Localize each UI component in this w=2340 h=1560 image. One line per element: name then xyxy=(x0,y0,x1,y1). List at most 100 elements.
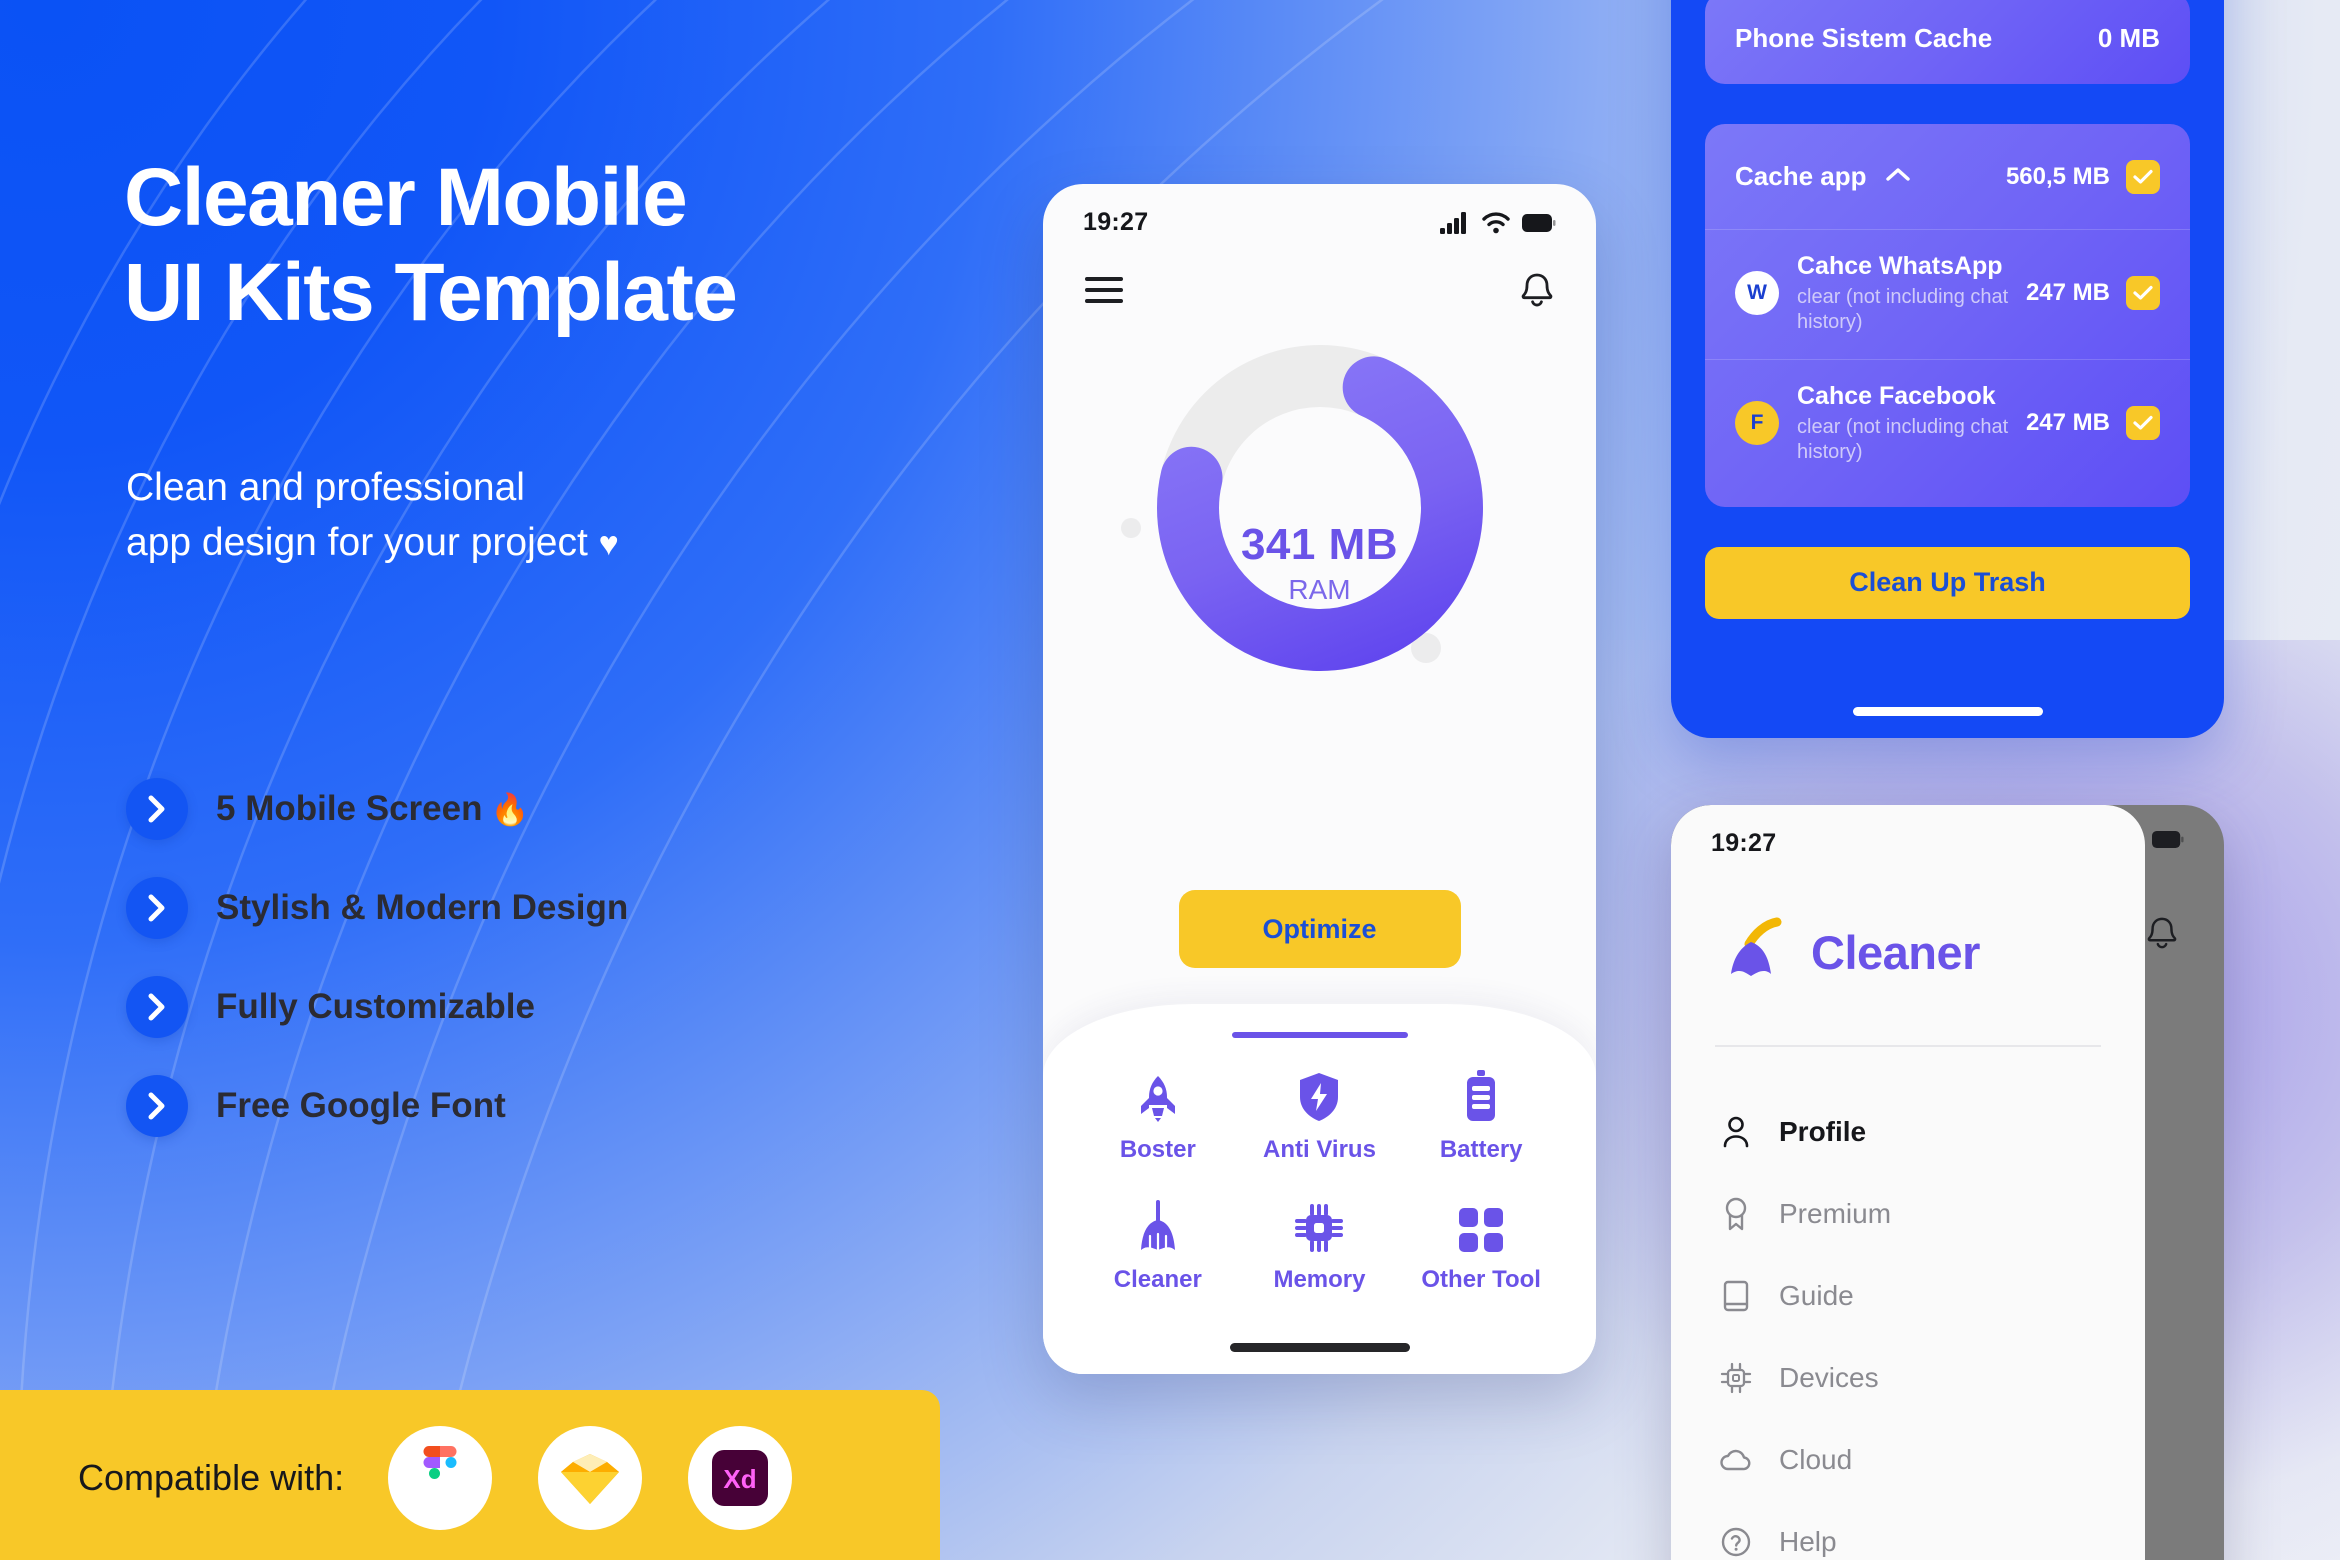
list-item: Free Google Font xyxy=(126,1075,986,1137)
list-item: Stylish & Modern Design xyxy=(126,877,986,939)
tool-grid: Boster Anti Virus Battery Cleaner Memory… xyxy=(1043,1070,1596,1294)
menu-item-premium[interactable]: Premium xyxy=(1719,1173,2145,1255)
list-item[interactable]: W Cahce WhatsApp clear (not including ch… xyxy=(1705,230,2190,360)
app-bar xyxy=(1043,237,1596,314)
ram-gauge-readout: 341 MB RAM xyxy=(1241,520,1398,606)
cache-item-text: Cahce Facebook clear (not including chat… xyxy=(1797,382,2026,465)
tool-memory[interactable]: Memory xyxy=(1239,1200,1401,1294)
menu-item-label: Profile xyxy=(1779,1116,1867,1147)
menu-item-label: Help xyxy=(1779,1526,1837,1557)
compatible-with-bar: Compatible with: Xd xyxy=(0,1390,940,1560)
feature-label: 5 Mobile Screen xyxy=(216,789,483,828)
page-subtitle: Clean and professional app design for yo… xyxy=(126,460,1026,571)
status-bar: 19:27 xyxy=(1043,184,1596,237)
phone-mockup-home: 19:27 341 MB RAM Optimize Boster Anti Vi… xyxy=(1043,184,1596,1374)
status-bar: 19:27 xyxy=(1671,805,2145,858)
shield-bolt-icon xyxy=(1298,1070,1340,1122)
chevron-up-icon[interactable] xyxy=(1885,166,1911,187)
menu-item-label: Guide xyxy=(1779,1280,1854,1311)
ram-label: RAM xyxy=(1288,574,1351,605)
help-icon xyxy=(1719,1527,1753,1557)
chip-icon xyxy=(1719,1362,1753,1394)
cache-app-header[interactable]: Cache app 560,5 MB xyxy=(1705,124,2190,230)
cache-item-meta: 247 MB xyxy=(2025,406,2160,441)
menu-item-devices[interactable]: Devices xyxy=(1719,1337,2145,1419)
checkbox-checked-icon[interactable] xyxy=(2126,406,2160,441)
avatar: W xyxy=(1735,271,1779,316)
avatar-letter: W xyxy=(1747,281,1767,305)
medal-icon xyxy=(1719,1197,1753,1231)
chip-icon xyxy=(1295,1200,1344,1252)
checkbox-checked-icon[interactable] xyxy=(2126,159,2160,194)
cache-item-size: 247 MB xyxy=(2025,409,2110,437)
subtitle-line-1: Clean and professional xyxy=(126,466,525,509)
list-item: 5 Mobile Screen 🔥 xyxy=(126,778,986,840)
chevron-right-icon xyxy=(126,1075,188,1137)
cache-item-subtitle: clear (not including chat history) xyxy=(1797,285,2009,333)
list-item[interactable]: F Cahce Facebook clear (not including ch… xyxy=(1705,360,2190,489)
system-cache-card[interactable]: Phone Sistem Cache 0 MB xyxy=(1705,0,2190,84)
wifi-icon xyxy=(1482,211,1510,233)
drag-handle[interactable] xyxy=(1231,1032,1408,1038)
menu-item-help[interactable]: Help xyxy=(1719,1501,2145,1560)
home-indicator xyxy=(1852,707,2043,716)
system-cache-size: 0 MB xyxy=(2097,22,2160,53)
brand-name: Cleaner xyxy=(1811,926,1980,979)
cache-item-title: Cahce Facebook xyxy=(1797,381,1996,410)
chevron-right-icon xyxy=(126,877,188,939)
avatar-letter: F xyxy=(1750,411,1764,435)
cache-item-text: Cahce WhatsApp clear (not including chat… xyxy=(1797,252,2026,335)
clean-up-trash-button[interactable]: Clean Up Trash xyxy=(1705,546,2190,619)
grid-icon xyxy=(1459,1200,1504,1252)
list-item: Fully Customizable xyxy=(126,976,986,1038)
ram-gauge-ring xyxy=(1156,345,1483,671)
battery-icon xyxy=(1464,1070,1498,1122)
bell-icon[interactable] xyxy=(1520,271,1554,314)
sketch-icon xyxy=(538,1426,643,1530)
home-indicator xyxy=(1229,1343,1410,1352)
menu-item-profile[interactable]: Profile xyxy=(1719,1091,2145,1173)
status-icons xyxy=(1440,211,1556,234)
tool-boster[interactable]: Boster xyxy=(1077,1070,1239,1164)
menu-item-label: Cloud xyxy=(1779,1444,1853,1475)
menu-item-label: Devices xyxy=(1779,1362,1879,1393)
menu-item-label: Premium xyxy=(1779,1198,1892,1229)
figma-icon xyxy=(388,1426,493,1530)
menu-item-guide[interactable]: Guide xyxy=(1719,1255,2145,1337)
checkbox-checked-icon[interactable] xyxy=(2126,276,2160,311)
ram-value: 341 MB xyxy=(1240,520,1399,569)
navigation-drawer: 19:27 Cleaner Profile Premium Guide Devi… xyxy=(1671,805,2145,1560)
svg-text:Xd: Xd xyxy=(724,1464,757,1494)
headline-line-1: Cleaner Mobile xyxy=(124,152,688,243)
deco-dot xyxy=(1121,518,1141,538)
tool-battery[interactable]: Battery xyxy=(1400,1070,1562,1164)
status-time: 19:27 xyxy=(1711,829,1777,857)
chevron-right-icon xyxy=(126,976,188,1038)
tool-label: Other Tool xyxy=(1421,1266,1541,1293)
book-icon xyxy=(1719,1280,1753,1312)
tool-label: Memory xyxy=(1273,1266,1366,1293)
optimize-button[interactable]: Optimize xyxy=(1178,890,1461,968)
feature-label: Fully Customizable xyxy=(216,987,535,1026)
user-icon xyxy=(1719,1116,1753,1148)
fire-icon: 🔥 xyxy=(490,791,530,827)
tool-cleaner[interactable]: Cleaner xyxy=(1077,1200,1239,1294)
broom-icon xyxy=(1138,1200,1178,1252)
feature-list: 5 Mobile Screen 🔥 Stylish & Modern Desig… xyxy=(126,778,986,1174)
cloud-icon xyxy=(1719,1448,1753,1472)
bell-icon[interactable] xyxy=(2146,915,2178,956)
tools-panel: Boster Anti Virus Battery Cleaner Memory… xyxy=(1043,1004,1596,1374)
cache-app-card: Cache app 560,5 MB W Cahce WhatsApp clea… xyxy=(1705,124,2190,507)
tool-anti-virus[interactable]: Anti Virus xyxy=(1239,1070,1401,1164)
tool-label: Cleaner xyxy=(1113,1266,1202,1293)
heart-icon: ♥ xyxy=(598,525,619,564)
compatible-icons: Xd xyxy=(388,1426,793,1530)
hamburger-icon[interactable] xyxy=(1085,277,1123,308)
cache-app-title-group: Cache app xyxy=(1735,161,1911,192)
subtitle-line-2: app design for your project xyxy=(126,521,588,565)
tool-other[interactable]: Other Tool xyxy=(1400,1200,1562,1294)
phone-mockup-cache: Phone Sistem Cache 0 MB Cache app 560,5 … xyxy=(1671,0,2224,738)
menu-item-cloud[interactable]: Cloud xyxy=(1719,1419,2145,1501)
feature-label: Stylish & Modern Design xyxy=(216,888,629,927)
cache-app-title: Cache app xyxy=(1735,161,1867,191)
